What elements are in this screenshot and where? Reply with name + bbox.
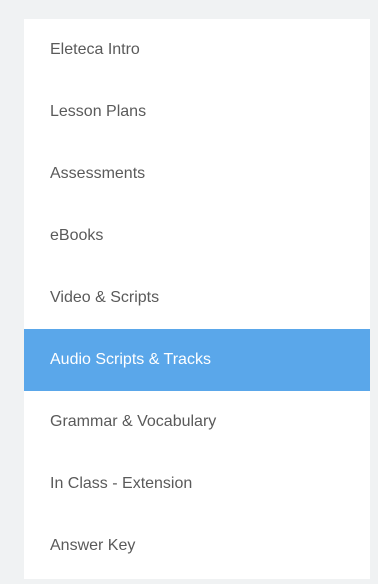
- menu-item-video-scripts[interactable]: Video & Scripts: [24, 267, 370, 329]
- menu-item-assessments[interactable]: Assessments: [24, 143, 370, 205]
- menu-item-in-class-extension[interactable]: In Class - Extension: [24, 453, 370, 515]
- menu-item-label: eBooks: [50, 227, 104, 244]
- menu-item-label: Grammar & Vocabulary: [50, 413, 217, 430]
- menu-item-answer-key[interactable]: Answer Key: [24, 515, 370, 577]
- menu-item-label: Assessments: [50, 165, 146, 182]
- menu-item-label: Answer Key: [50, 537, 136, 554]
- menu-item-audio-scripts-tracks[interactable]: Audio Scripts & Tracks: [24, 329, 370, 391]
- menu-item-grammar-vocabulary[interactable]: Grammar & Vocabulary: [24, 391, 370, 453]
- menu-item-label: Video & Scripts: [50, 289, 160, 306]
- menu-item-label: Eleteca Intro: [50, 41, 140, 58]
- menu-item-ebooks[interactable]: eBooks: [24, 205, 370, 267]
- sidebar-menu: Eleteca Intro Lesson Plans Assessments e…: [24, 19, 370, 577]
- sidebar-menu-panel: Eleteca Intro Lesson Plans Assessments e…: [24, 19, 370, 579]
- menu-item-label: Audio Scripts & Tracks: [50, 351, 211, 368]
- menu-item-label: Lesson Plans: [50, 103, 147, 120]
- menu-item-eleteca-intro[interactable]: Eleteca Intro: [24, 19, 370, 81]
- menu-item-label: In Class - Extension: [50, 475, 193, 492]
- menu-item-lesson-plans[interactable]: Lesson Plans: [24, 81, 370, 143]
